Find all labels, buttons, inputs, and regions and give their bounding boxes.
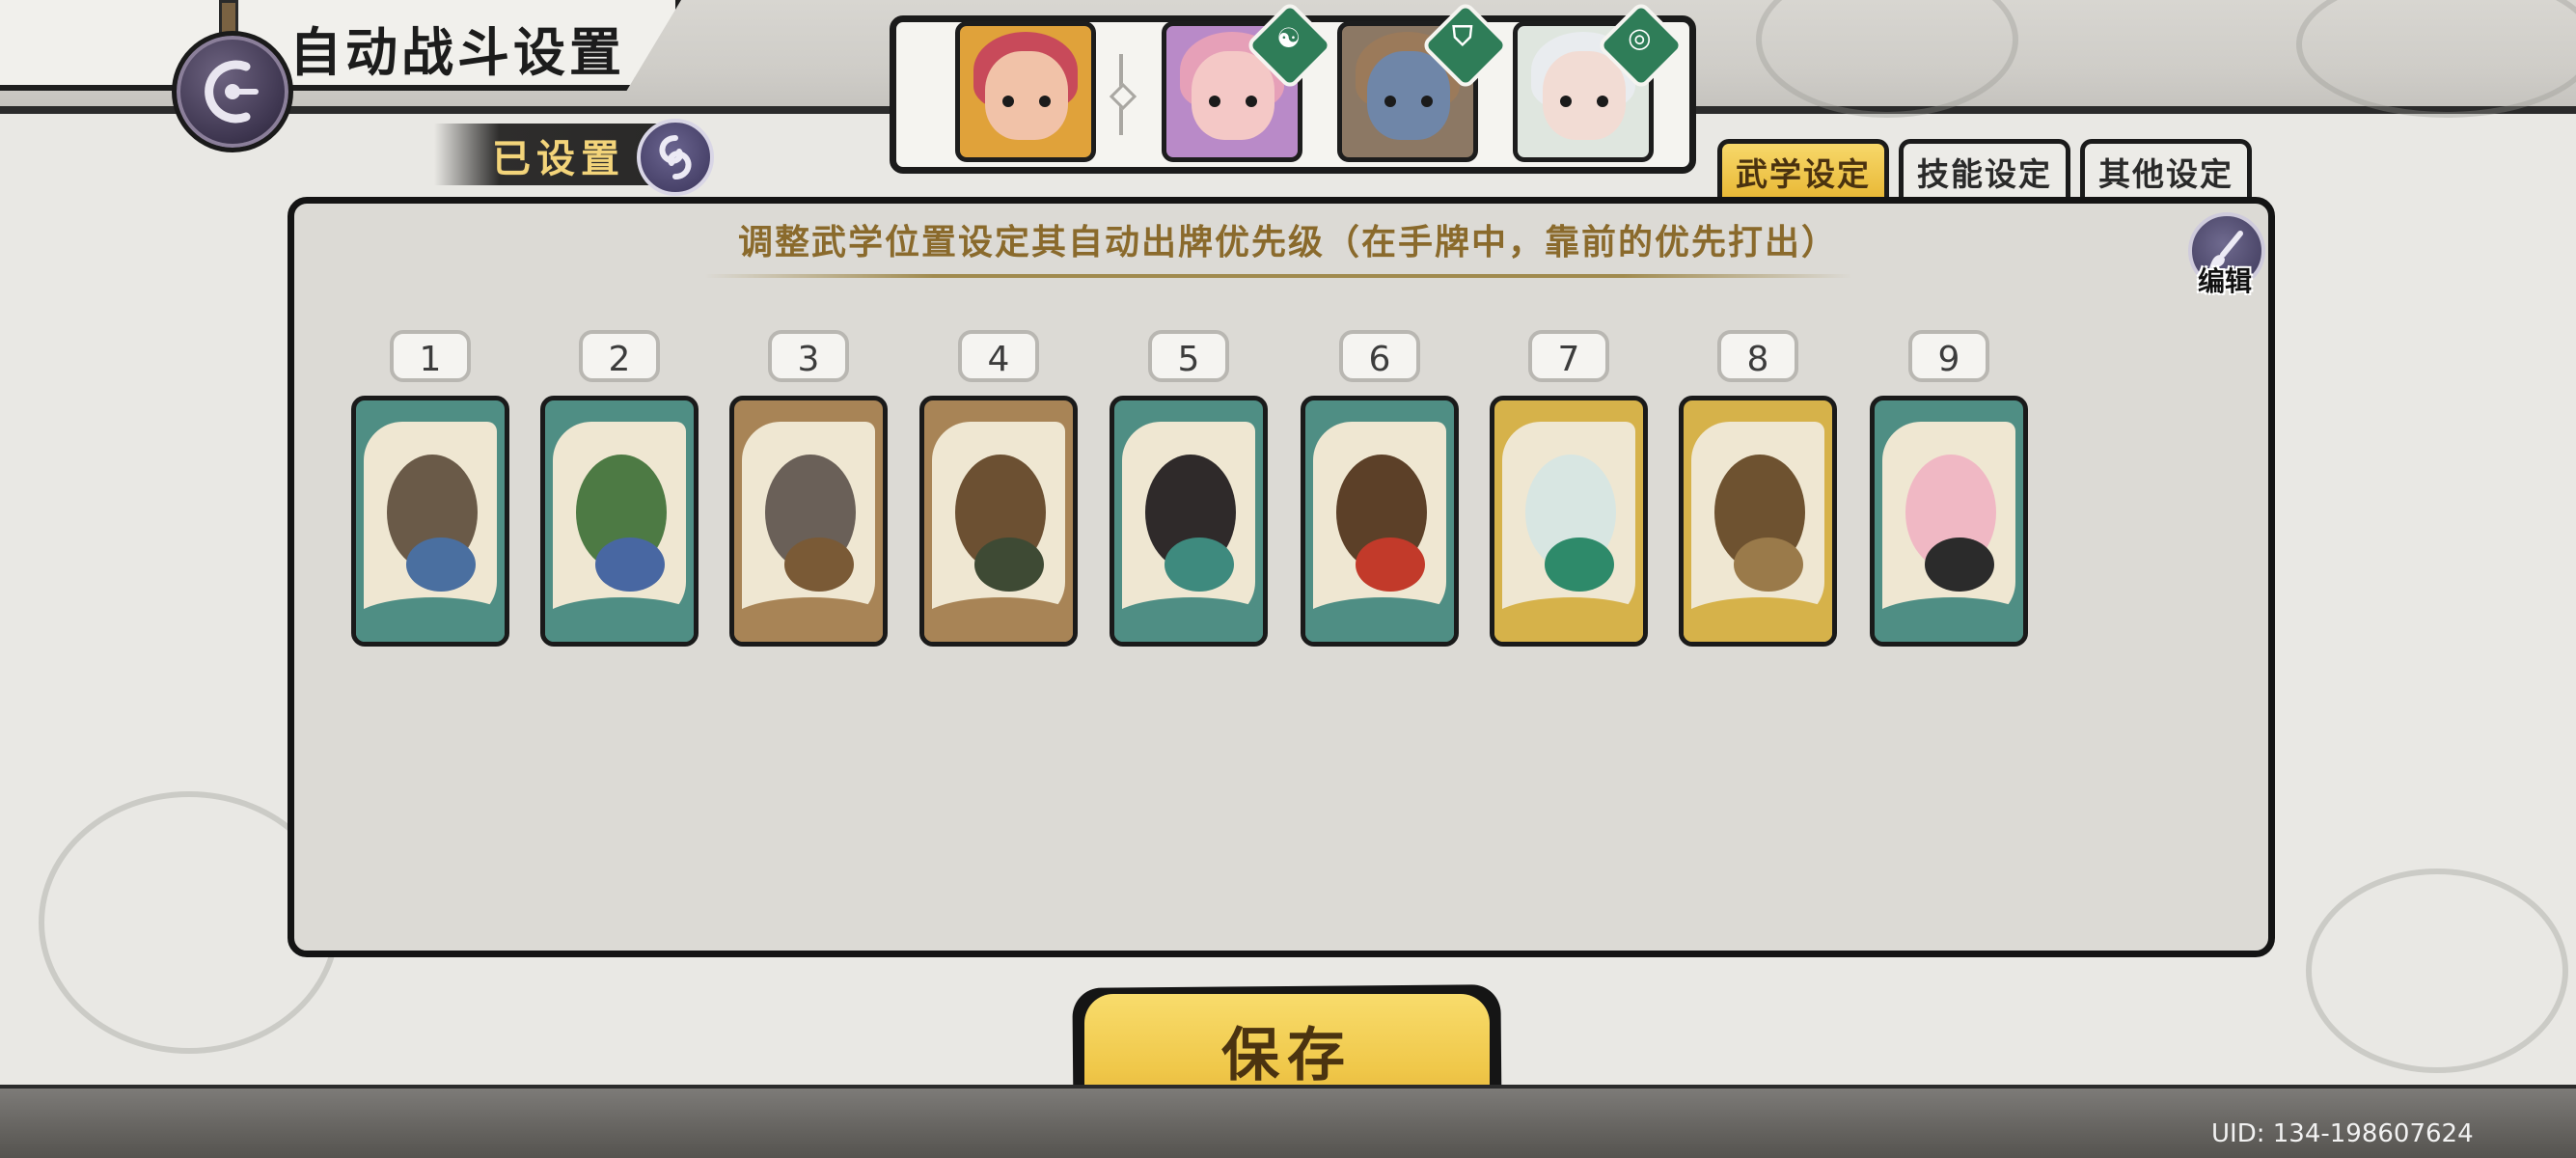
- card-figure-accent: [784, 538, 854, 592]
- hint-underline: [704, 274, 1852, 278]
- portrait-eye: [1384, 96, 1396, 107]
- card-artwork: [1882, 422, 2015, 620]
- element-badge-glyph: ⛉: [1452, 20, 1473, 53]
- slot-number: 1: [390, 330, 471, 382]
- team-member-portrait[interactable]: [955, 21, 1096, 162]
- slot-number: 6: [1339, 330, 1420, 382]
- card-figure-accent: [1734, 538, 1803, 592]
- card-figure-accent: [1356, 538, 1425, 592]
- card-figure-accent: [974, 538, 1044, 592]
- swirl-icon: [659, 135, 692, 179]
- card-figure-accent: [1545, 538, 1614, 592]
- tab-skills[interactable]: 技能设定: [1899, 139, 2070, 201]
- portrait-eye: [1597, 96, 1608, 107]
- card-artwork: [1313, 422, 1446, 620]
- element-badge-glyph: ☯: [1276, 21, 1302, 54]
- martial-arts-card[interactable]: [1679, 396, 1837, 647]
- portrait-eye: [1209, 96, 1220, 107]
- martial-arts-card[interactable]: [729, 396, 888, 647]
- card-artwork: [1502, 422, 1635, 620]
- card-figure-accent: [1165, 538, 1234, 592]
- card-artwork: [1122, 422, 1255, 620]
- portrait-eye: [1002, 96, 1014, 107]
- portrait-face: [1367, 51, 1450, 140]
- card-frame-wave: [1875, 597, 2023, 642]
- card-artwork: [932, 422, 1065, 620]
- martial-arts-card[interactable]: [1870, 396, 2028, 647]
- card-frame-wave: [1494, 597, 1643, 642]
- slot-number: 8: [1717, 330, 1798, 382]
- slot-number: 5: [1148, 330, 1229, 382]
- card-frame-wave: [734, 597, 883, 642]
- card-frame-wave: [545, 597, 694, 642]
- portrait-eye: [1039, 96, 1051, 107]
- bottom-banner-background: [0, 1089, 2576, 1158]
- back-button[interactable]: [172, 31, 293, 152]
- martial-arts-card[interactable]: [1301, 396, 1459, 647]
- card-artwork: [1691, 422, 1824, 620]
- slot-number: 3: [768, 330, 849, 382]
- card-figure-accent: [406, 538, 476, 592]
- portrait-eye: [1246, 96, 1257, 107]
- card-frame-wave: [1305, 597, 1454, 642]
- card-figure-accent: [1925, 538, 1994, 592]
- martial-arts-card[interactable]: [1490, 396, 1648, 647]
- martial-arts-card[interactable]: [540, 396, 699, 647]
- portrait-eye: [1560, 96, 1572, 107]
- set-status-button[interactable]: [637, 119, 714, 196]
- slot-number: 4: [958, 330, 1039, 382]
- page-title: 自动战斗设置: [289, 22, 625, 83]
- martial-arts-card[interactable]: [1110, 396, 1268, 647]
- card-frame-wave: [1114, 597, 1263, 642]
- tab-other[interactable]: 其他设定: [2080, 139, 2252, 201]
- card-artwork: [364, 422, 497, 620]
- slot-number: 7: [1528, 330, 1609, 382]
- slot-number: 9: [1908, 330, 1989, 382]
- set-status-label: 已设置: [492, 137, 625, 181]
- card-frame-wave: [356, 597, 505, 642]
- martial-arts-card[interactable]: [919, 396, 1078, 647]
- slot-number: 2: [579, 330, 660, 382]
- tab-martial-arts[interactable]: 武学设定: [1717, 139, 1889, 201]
- card-artwork: [742, 422, 875, 620]
- card-figure-accent: [595, 538, 665, 592]
- element-badge-glyph: ◎: [1628, 21, 1652, 54]
- portrait-face: [985, 51, 1068, 140]
- portrait-face: [1543, 51, 1626, 140]
- portrait-face: [1192, 51, 1274, 140]
- uid-label: UID: 134-198607624: [2211, 1119, 2474, 1148]
- card-artwork: [553, 422, 686, 620]
- card-frame-wave: [924, 597, 1073, 642]
- portrait-eye: [1421, 96, 1433, 107]
- martial-arts-card[interactable]: [351, 396, 509, 647]
- edit-label: 编辑: [2197, 265, 2252, 297]
- back-icon: [205, 60, 259, 124]
- card-frame-wave: [1684, 597, 1832, 642]
- cloud-decoration: [2306, 868, 2568, 1073]
